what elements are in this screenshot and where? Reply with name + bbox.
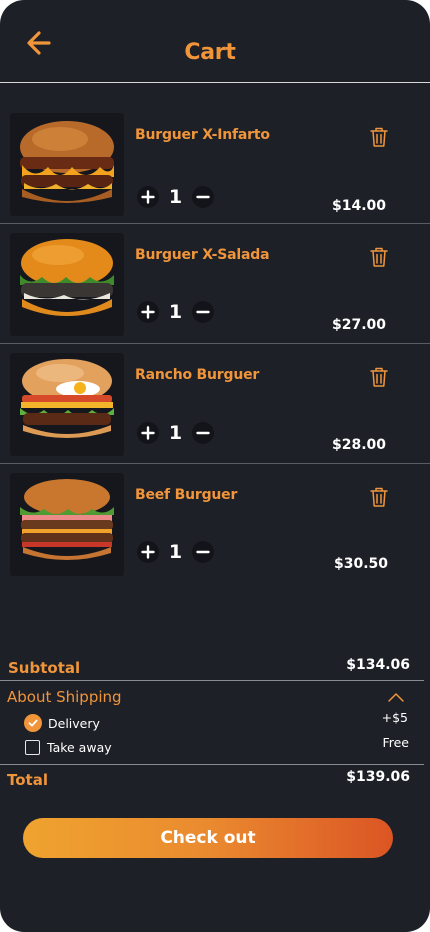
checked-checkbox[interactable] xyxy=(24,714,42,732)
subtotal-value: $134.06 xyxy=(346,657,410,673)
take-away-label: Take away xyxy=(47,739,112,755)
increase-button[interactable] xyxy=(137,301,159,323)
cart-item: Beef Burguer 1 $30.50 xyxy=(0,464,430,584)
burger-image xyxy=(10,113,124,216)
minus-icon xyxy=(196,310,210,314)
total-label: Total xyxy=(7,771,48,789)
decrease-button[interactable] xyxy=(192,422,214,444)
quantity-stepper: 1 xyxy=(137,541,214,563)
plus-icon xyxy=(141,545,155,559)
delete-button[interactable] xyxy=(369,366,389,388)
item-price: $14.00 xyxy=(331,198,386,214)
increase-button[interactable] xyxy=(137,541,159,563)
divider xyxy=(0,680,424,681)
decrease-button[interactable] xyxy=(192,301,214,323)
cart-item: Rancho Burguer 1 $28.00 xyxy=(0,344,430,464)
delivery-price: +$5 xyxy=(381,710,408,725)
decrease-button[interactable] xyxy=(192,541,214,563)
trash-icon xyxy=(370,367,388,387)
item-price: $30.50 xyxy=(333,556,388,572)
divider xyxy=(0,764,424,765)
cart-item: Burguer X-Infarto 1 $14.00 xyxy=(0,104,430,224)
chevron-up-icon xyxy=(388,693,404,702)
trash-icon xyxy=(370,247,388,267)
item-name: Burguer X-Salada xyxy=(135,247,270,263)
subtotal-label: Subtotal xyxy=(8,659,81,677)
total-value: $139.06 xyxy=(346,769,410,785)
quantity-value: 1 xyxy=(168,541,183,563)
take-away-price: Free xyxy=(382,735,409,750)
checkout-button[interactable]: Check out xyxy=(23,818,393,858)
cart-screen: Cart Burguer X-Infarto 1 $14.00 Burguer … xyxy=(0,0,430,932)
delete-button[interactable] xyxy=(369,126,389,148)
cart-items-list: Burguer X-Infarto 1 $14.00 Burguer X-Sal… xyxy=(0,104,430,584)
trash-icon xyxy=(370,127,388,147)
item-name: Burguer X-Infarto xyxy=(135,127,270,143)
increase-button[interactable] xyxy=(137,186,159,208)
item-price: $27.00 xyxy=(331,317,386,333)
minus-icon xyxy=(196,431,210,435)
item-price: $28.00 xyxy=(331,437,386,453)
item-name: Beef Burguer xyxy=(135,487,238,503)
delete-button[interactable] xyxy=(369,486,389,508)
collapse-button[interactable] xyxy=(387,688,405,702)
item-name: Rancho Burguer xyxy=(135,367,260,383)
decrease-button[interactable] xyxy=(192,186,214,208)
quantity-stepper: 1 xyxy=(137,186,214,208)
check-icon xyxy=(28,719,38,727)
quantity-stepper: 1 xyxy=(137,422,214,444)
plus-icon xyxy=(141,190,155,204)
delivery-label: Delivery xyxy=(48,715,100,731)
delete-button[interactable] xyxy=(369,246,389,268)
plus-icon xyxy=(141,426,155,440)
header: Cart xyxy=(0,0,430,83)
quantity-value: 1 xyxy=(168,422,183,444)
minus-icon xyxy=(196,195,210,199)
quantity-stepper: 1 xyxy=(137,301,214,323)
quantity-value: 1 xyxy=(168,186,183,208)
quantity-value: 1 xyxy=(168,301,183,323)
burger-image xyxy=(10,233,124,336)
cart-item: Burguer X-Salada 1 $27.00 xyxy=(0,224,430,344)
page-title: Cart xyxy=(184,40,236,65)
take-away-option[interactable]: Take away xyxy=(24,738,112,756)
increase-button[interactable] xyxy=(137,422,159,444)
minus-icon xyxy=(196,550,210,554)
trash-icon xyxy=(370,487,388,507)
shipping-label: About Shipping xyxy=(7,688,122,706)
plus-icon xyxy=(141,305,155,319)
burger-image xyxy=(10,473,124,576)
unchecked-checkbox[interactable] xyxy=(25,739,40,755)
delivery-option[interactable]: Delivery xyxy=(24,714,100,732)
burger-image xyxy=(10,353,124,456)
